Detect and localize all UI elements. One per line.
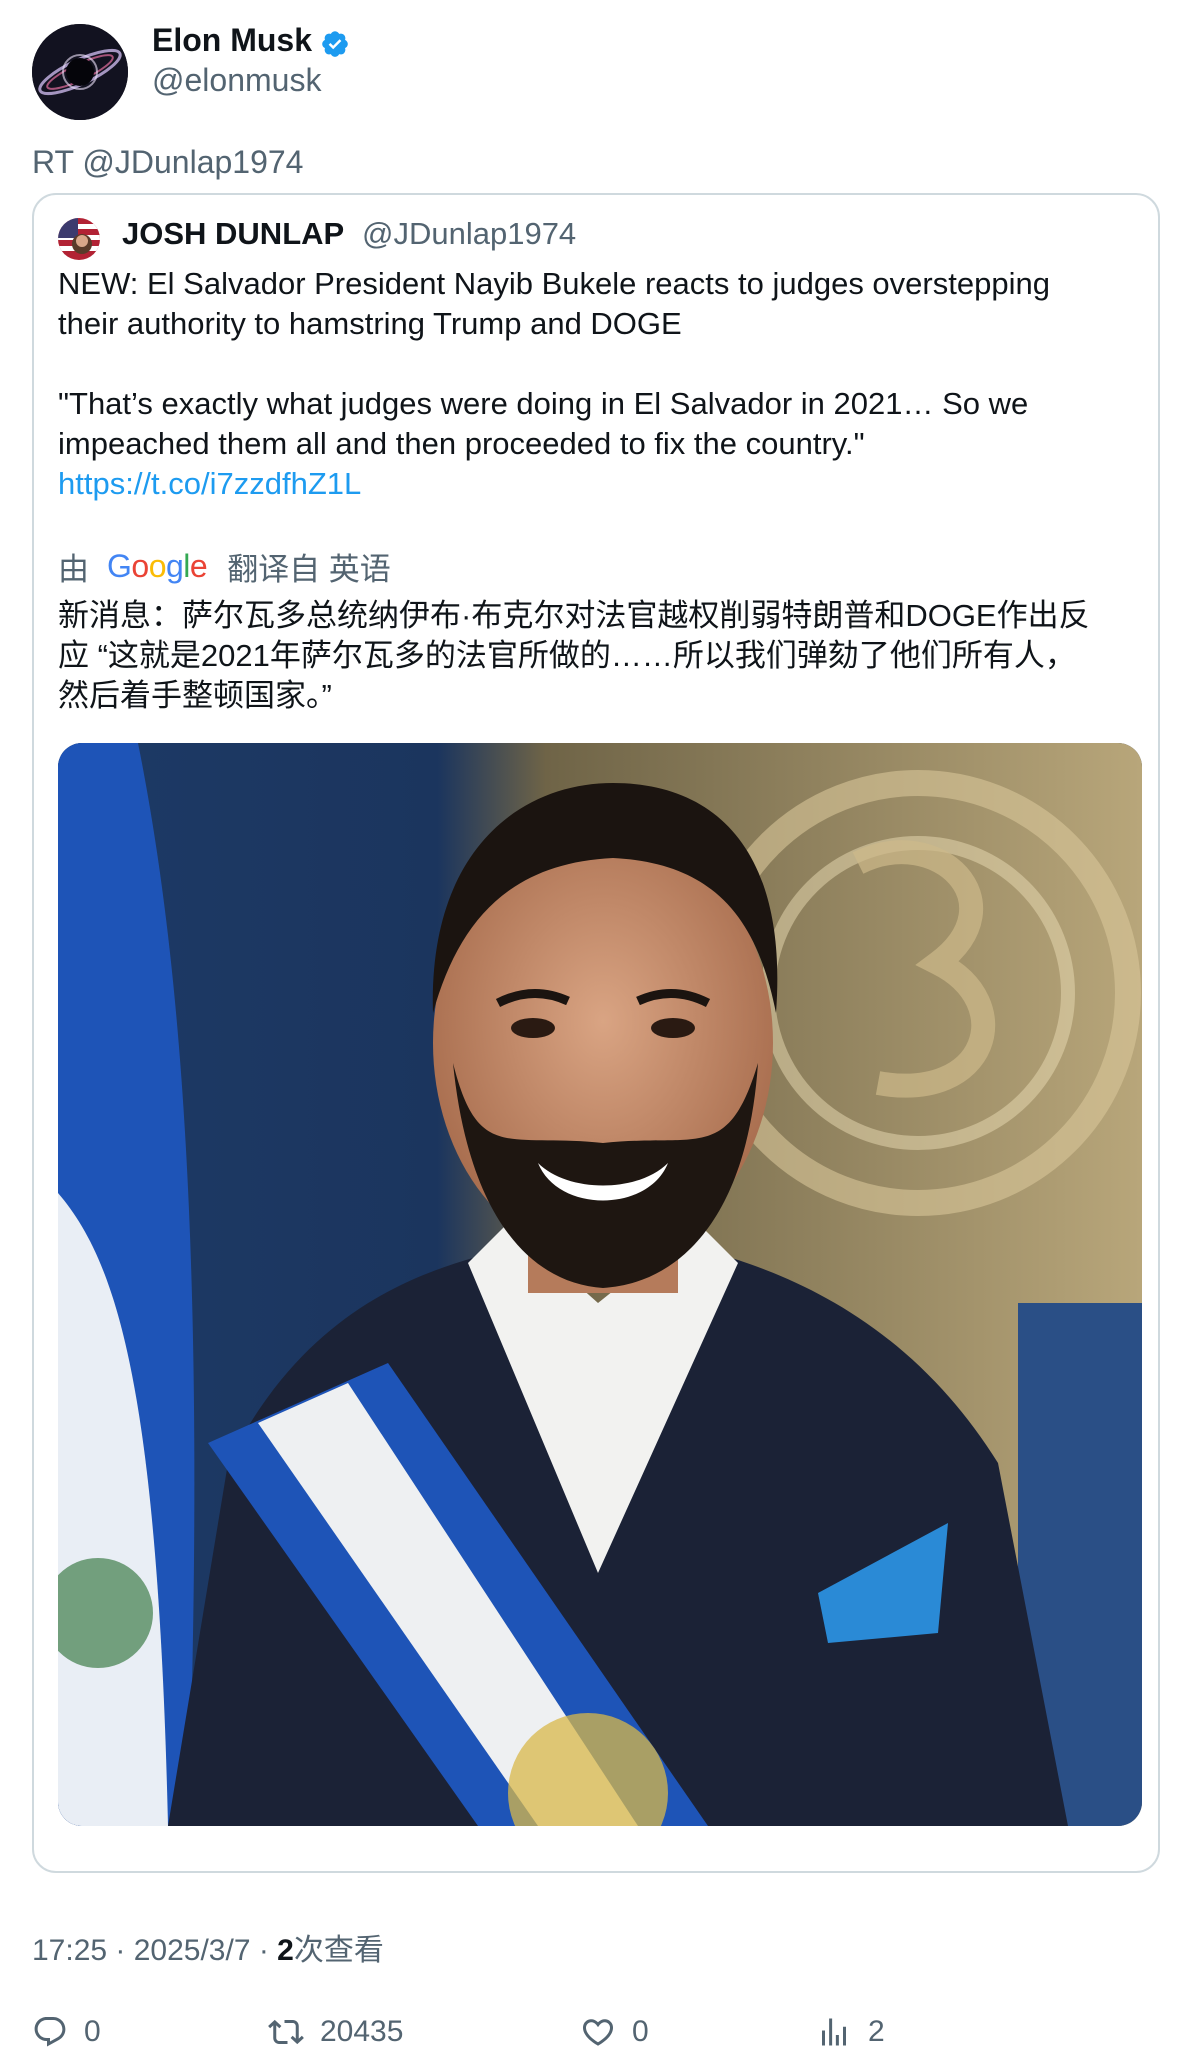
retweet-count: 20435 <box>320 2015 404 2048</box>
quote-author-name[interactable]: JOSH DUNLAP <box>122 216 344 252</box>
reply-button[interactable]: 0 <box>32 2010 101 2054</box>
translated-text-line: 应 “这就是2021年萨尔瓦多的法官所做的……所以我们弹劾了他们所有人， <box>58 638 1076 673</box>
quote-avatar[interactable] <box>58 218 100 260</box>
like-icon <box>582 2019 614 2046</box>
reply-count: 0 <box>84 2015 101 2048</box>
quote-link[interactable]: https://t.co/i7zzdfhZ1L <box>58 466 361 501</box>
views-button[interactable]: 2 <box>816 2010 885 2054</box>
tweet-meta: 17:25 · 2025/3/7 · 2次查看 <box>32 1925 384 1969</box>
author-name[interactable]: Elon Musk <box>152 22 312 59</box>
translated-text-line: 新消息：萨尔瓦多总统纳伊布·布克尔对法官越权削弱特朗普和DOGE作出反 <box>58 598 1090 633</box>
retweet-icon <box>268 2019 304 2045</box>
quote-text-line: NEW: El Salvador President Nayib Bukele … <box>58 266 1050 301</box>
translation-attribution: 由 Google 翻译自 英语 <box>58 546 391 587</box>
quote-text-line: their authority to hamstring Trump and D… <box>58 306 682 341</box>
retweet-button[interactable]: 20435 <box>268 2010 403 2054</box>
translated-text-line: 然后着手整顿国家。” <box>58 678 332 713</box>
like-count: 0 <box>632 2015 649 2048</box>
like-button[interactable]: 0 <box>580 2010 649 2054</box>
reply-icon <box>34 2017 66 2047</box>
verified-badge-icon <box>322 31 348 57</box>
translated-text: 新消息：萨尔瓦多总统纳伊布·布克尔对法官越权削弱特朗普和DOGE作出反 应 “这… <box>58 596 1138 716</box>
author-avatar[interactable] <box>32 24 128 120</box>
views-action-count: 2 <box>868 2015 885 2048</box>
views-label: 次查看 <box>293 1934 384 1967</box>
google-logo-icon: Google <box>107 547 208 584</box>
quote-text: NEW: El Salvador President Nayib Bukele … <box>58 264 1118 504</box>
quote-text-line: impeached them all and then proceeded to… <box>58 426 865 461</box>
author-handle[interactable]: @elonmusk <box>152 62 321 99</box>
retweet-text: RT @JDunlap1974 <box>32 144 304 180</box>
views-count: 2 <box>277 1934 294 1967</box>
tweet-timestamp[interactable]: 17:25 · 2025/3/7 · <box>32 1934 277 1967</box>
tweet-photo[interactable] <box>58 743 1142 1826</box>
views-icon <box>822 2018 846 2046</box>
quote-text-line: "That’s exactly what judges were doing i… <box>58 386 1029 421</box>
quote-author-handle[interactable]: @JDunlap1974 <box>362 216 576 252</box>
translate-by-label: 由 <box>58 551 89 587</box>
translated-from-label: 翻译自 英语 <box>227 551 391 587</box>
